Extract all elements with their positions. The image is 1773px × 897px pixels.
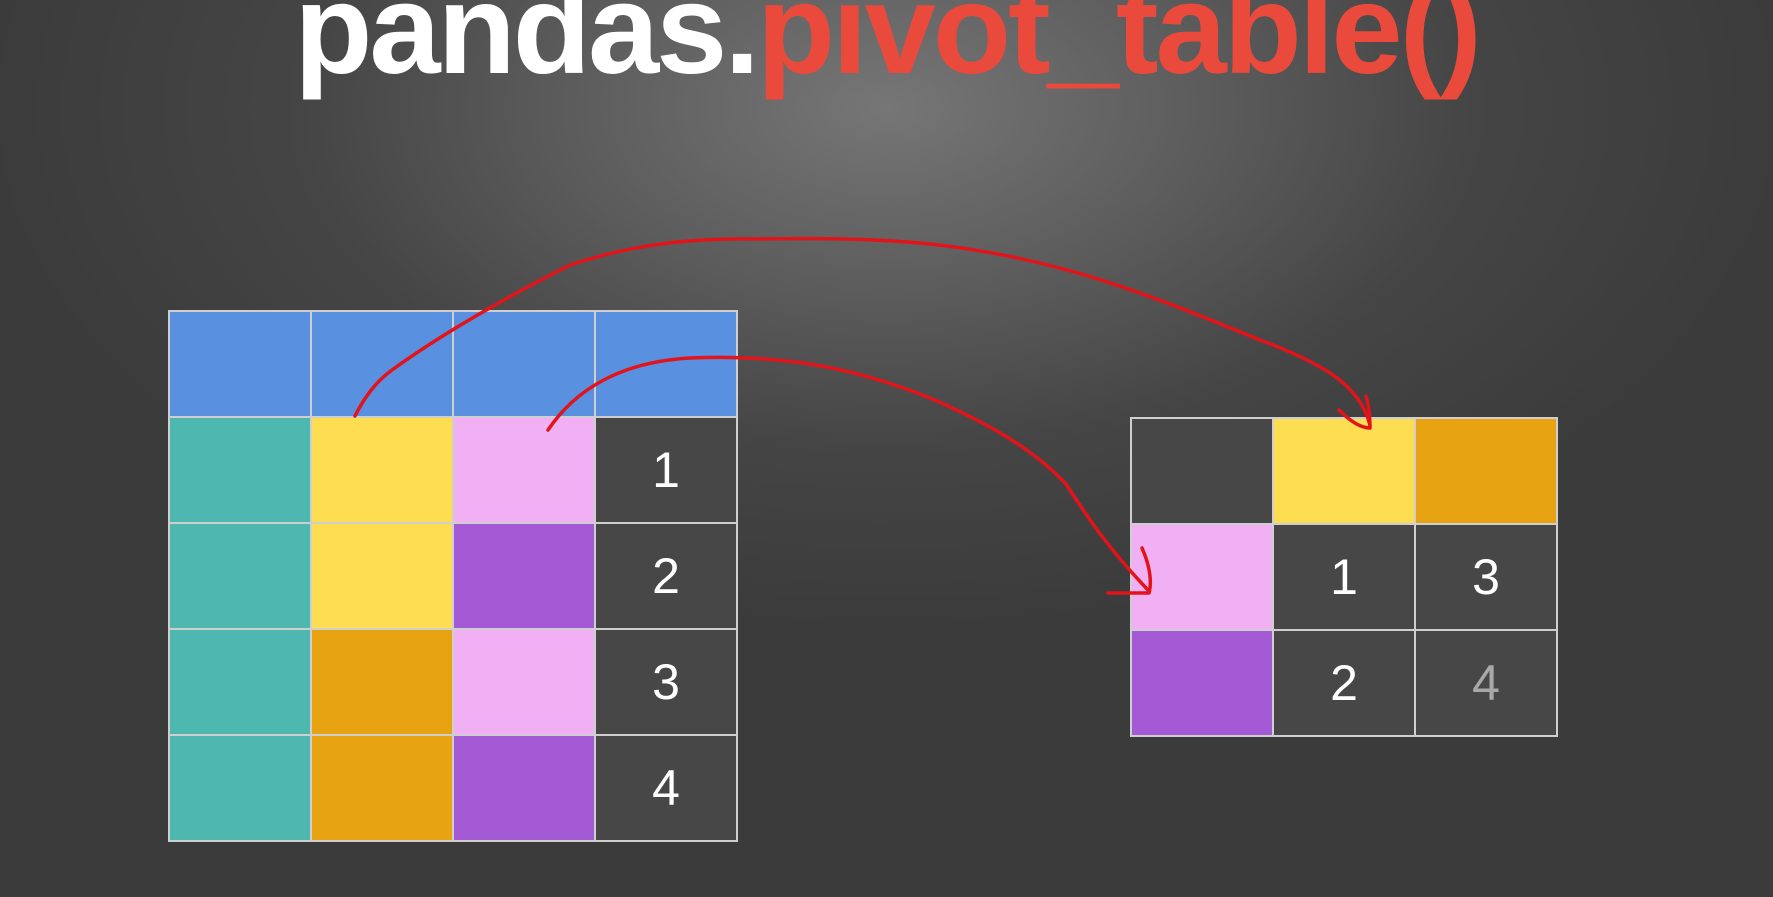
arrow-index (546, 355, 1150, 592)
pivot-arrows (353, 236, 1372, 595)
arrow-columns (353, 236, 1372, 427)
